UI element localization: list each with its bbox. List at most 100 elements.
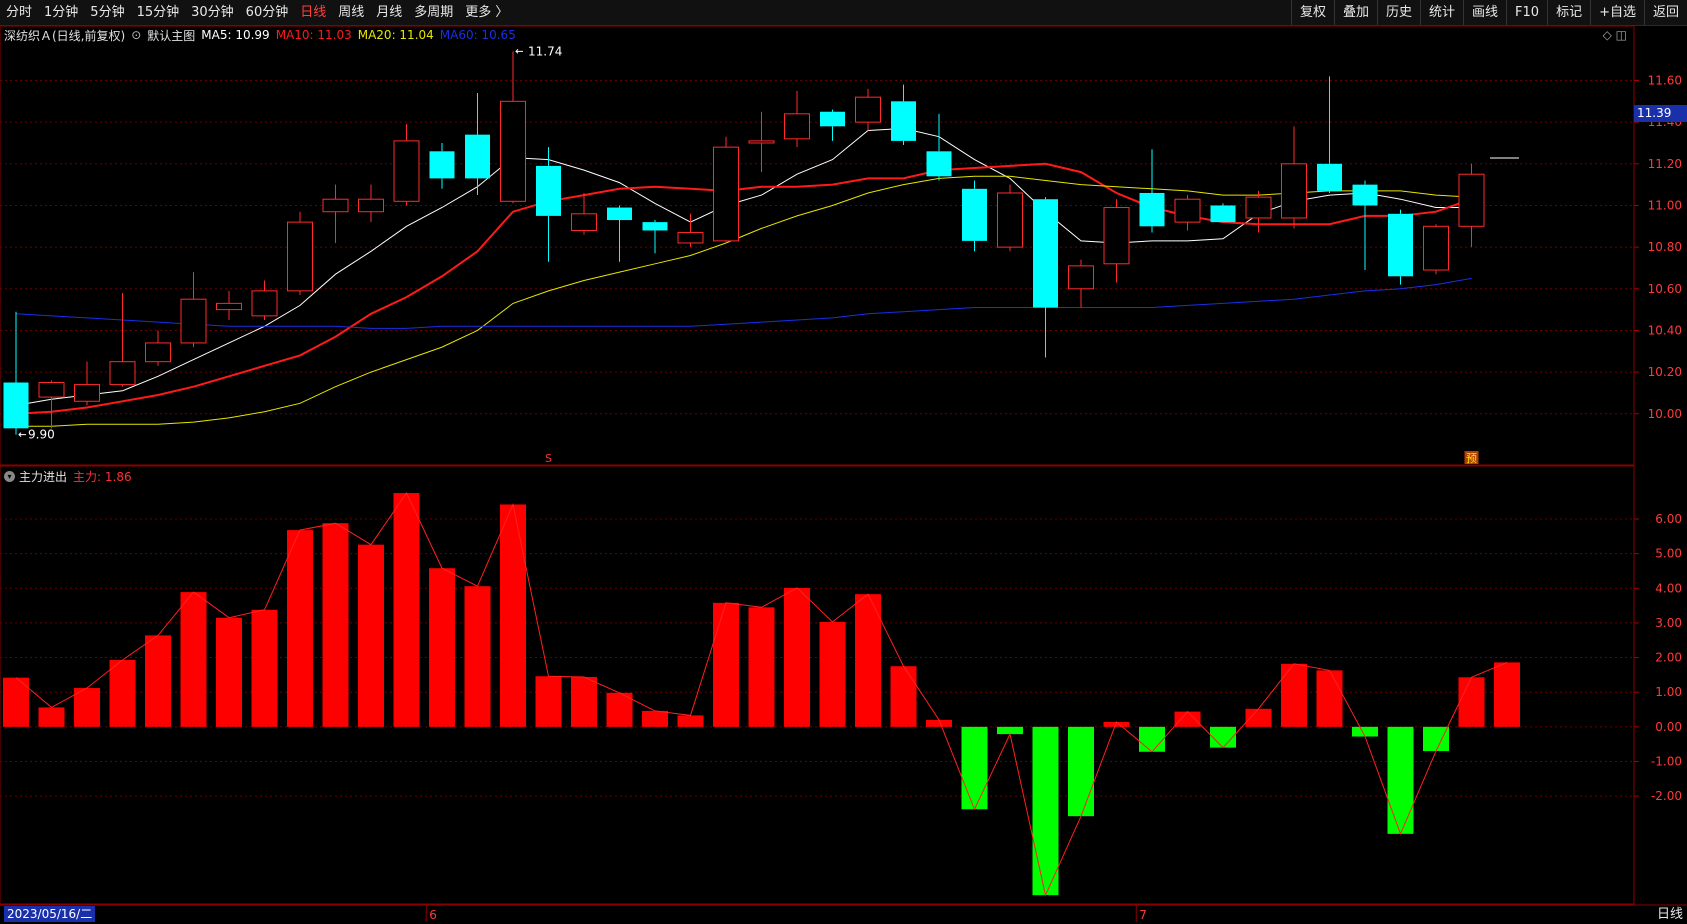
candle-body-up [287, 221, 313, 292]
indicator-bar [393, 493, 420, 727]
indicator-bar [1494, 662, 1520, 727]
indicator-bar [38, 707, 65, 727]
candle-body-down [465, 134, 490, 179]
indicator-bar [819, 621, 846, 727]
main-y-tick-label: 10.80 [1648, 240, 1682, 254]
indicator-bar [1316, 670, 1343, 727]
indicator-bar [961, 726, 988, 810]
indicator-bar [1068, 726, 1094, 817]
indicator-y-tick-label: 3.00 [1655, 616, 1682, 630]
candle-body-up [38, 382, 65, 398]
main-y-tick-label: 10.40 [1648, 323, 1682, 337]
indicator-bar [216, 617, 242, 727]
candle-body-up [145, 342, 171, 363]
annotation-arrow [18, 432, 26, 437]
ma-line-ma5 [15, 127, 1472, 406]
candle-body-up [1245, 196, 1272, 219]
month-label: 6 [429, 908, 437, 922]
indicator-bar [1139, 726, 1165, 752]
price-annotation: 11.74 [528, 44, 562, 58]
forecast-marker: 预 [1466, 452, 1477, 465]
price-annotation: 9.90 [28, 428, 55, 442]
candle-body-down [1352, 184, 1378, 206]
indicator-bar [322, 523, 349, 727]
indicator-bar [535, 676, 562, 727]
indicator-bar [890, 666, 917, 727]
indicator-bar [855, 594, 881, 727]
candle-body-up [1068, 265, 1094, 290]
indicator-bar [571, 676, 597, 727]
candle-body-up [748, 140, 775, 144]
kline-chart[interactable]: 11.6011.4011.2011.0010.8010.6010.4010.20… [0, 0, 1687, 924]
candle-body-up [216, 302, 242, 311]
candle-body-down [3, 382, 29, 429]
candle-body-down [607, 207, 632, 221]
candle-body-up [500, 100, 526, 202]
indicator-bar [713, 602, 739, 727]
candle-body-down [1033, 199, 1058, 308]
indicator-bar [1352, 726, 1378, 737]
candle-body-down [962, 188, 987, 241]
indicator-bar [145, 635, 171, 727]
candle-body-up [784, 113, 810, 140]
candle-body-up [1281, 163, 1307, 219]
candle-body-down [429, 151, 455, 179]
candle-body-up [322, 198, 349, 213]
indicator-y-tick-label: 5.00 [1655, 547, 1682, 561]
indicator-bar [74, 688, 100, 727]
candle-body-up [997, 192, 1023, 248]
candle-body-down [1139, 192, 1165, 227]
indicator-bar [1032, 726, 1059, 896]
indicator-bar [1245, 708, 1272, 727]
indicator-bar [429, 568, 455, 727]
period-label[interactable]: 日线 [1657, 906, 1683, 924]
candle-body-down [926, 151, 952, 177]
indicator-bar [464, 586, 491, 727]
main-y-tick-label: 10.00 [1648, 407, 1682, 421]
indicator-y-tick-label: -1.00 [1651, 754, 1682, 768]
candle-body-down [1317, 163, 1342, 191]
candle-body-down [820, 111, 845, 127]
indicator-bar [287, 530, 313, 727]
candle-body-up [855, 96, 881, 123]
indicator-bar [1281, 663, 1307, 727]
candle-body-up [74, 384, 100, 402]
indicator-bar [1423, 726, 1449, 752]
indicator-bar [180, 592, 207, 727]
annotation-arrow [515, 48, 523, 54]
candle-body-up [1103, 207, 1130, 265]
candle-body-down [536, 165, 561, 216]
indicator-bar [1174, 711, 1201, 727]
candle-body-down [1388, 213, 1413, 277]
indicator-bar [500, 504, 526, 727]
indicator-bar [1387, 726, 1414, 834]
indicator-y-tick-label: 4.00 [1655, 581, 1682, 595]
candle-body-down [1210, 205, 1236, 223]
month-label: 7 [1139, 908, 1147, 922]
indicator-y-tick-label: 2.00 [1655, 651, 1682, 665]
main-y-tick-label: 10.20 [1648, 365, 1682, 379]
candle-body-up [251, 290, 278, 317]
candle-body-up [393, 140, 420, 202]
sell-marker: S [545, 452, 552, 465]
indicator-y-tick-label: 6.00 [1655, 512, 1682, 526]
indicator-bar [784, 587, 810, 727]
indicator-bar [642, 710, 668, 727]
candle-body-up [1174, 198, 1201, 223]
candle-body-up [358, 198, 384, 213]
indicator-bar [109, 659, 136, 727]
candle-body-up [713, 146, 739, 242]
current-price-tag: 11.39 [1634, 105, 1687, 122]
indicator-bar [677, 715, 704, 727]
indicator-bar [748, 607, 775, 727]
indicator-panel-frame [0, 465, 1635, 905]
indicator-y-tick-label: -2.00 [1651, 789, 1682, 803]
indicator-bar [251, 609, 278, 727]
date-badge: 2023/05/16/二 [4, 906, 96, 922]
candle-body-up [1423, 225, 1449, 271]
candle-body-up [677, 232, 704, 244]
indicator-y-tick-label: 1.00 [1655, 685, 1682, 699]
candle-body-up [571, 213, 597, 231]
candle-body-down [642, 222, 668, 231]
indicator-y-tick-label: 0.00 [1655, 720, 1682, 734]
